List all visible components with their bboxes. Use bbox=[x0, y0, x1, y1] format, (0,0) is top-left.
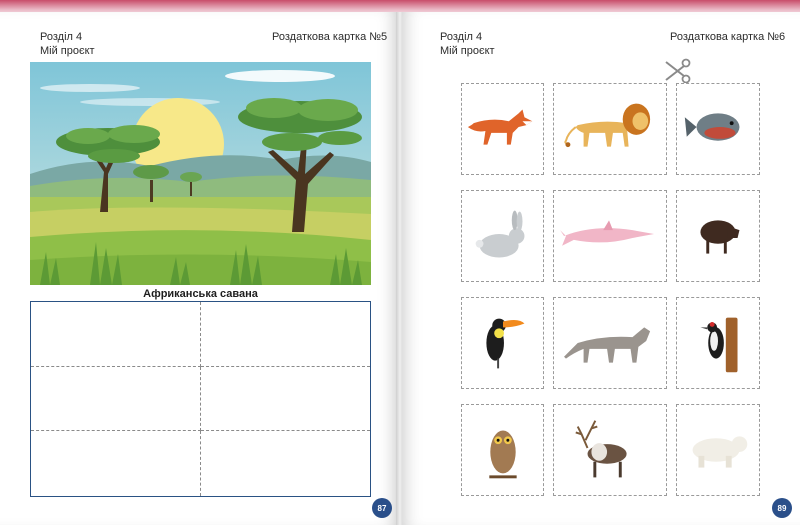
card-cougar[interactable] bbox=[553, 297, 667, 389]
card-fox[interactable] bbox=[461, 83, 544, 175]
placement-table bbox=[30, 301, 371, 497]
card-rabbit[interactable] bbox=[461, 190, 544, 282]
right-project-label: Мій проєкт bbox=[440, 45, 495, 57]
owl-icon bbox=[489, 430, 517, 479]
piranha-icon bbox=[684, 113, 740, 141]
reindeer-icon bbox=[575, 420, 627, 478]
card-wild-boar[interactable] bbox=[676, 190, 760, 282]
table-cell[interactable] bbox=[201, 431, 371, 496]
card-lion[interactable] bbox=[553, 83, 667, 175]
right-section-label: Розділ 4 bbox=[440, 31, 483, 43]
woodpecker-icon bbox=[700, 317, 738, 373]
card-owl[interactable] bbox=[461, 404, 544, 496]
scissors-icon bbox=[662, 58, 692, 84]
left-page-number: 87 bbox=[372, 498, 392, 518]
river-dolphin-icon bbox=[560, 220, 655, 246]
left-section-label: Розділ 4 bbox=[40, 31, 83, 43]
left-project-label: Мій проєкт bbox=[40, 45, 95, 57]
card-woodpecker[interactable] bbox=[676, 297, 760, 389]
wild-boar-icon bbox=[700, 220, 740, 254]
card-piranha[interactable] bbox=[676, 83, 760, 175]
table-cell[interactable] bbox=[31, 366, 201, 432]
right-page-number: 89 bbox=[772, 498, 792, 518]
fox-icon bbox=[466, 109, 533, 145]
lion-icon bbox=[564, 103, 651, 148]
table-title: Африканська савана bbox=[143, 288, 258, 300]
right-card-title: Роздаткова картка №6 bbox=[670, 31, 786, 43]
card-toucan[interactable] bbox=[461, 297, 544, 389]
polar-bear-icon bbox=[692, 436, 748, 468]
card-river-dolphin[interactable] bbox=[553, 190, 667, 282]
table-cell[interactable] bbox=[31, 431, 201, 496]
table-cell[interactable] bbox=[200, 302, 370, 367]
table-cell[interactable] bbox=[31, 302, 201, 367]
card-polar-bear[interactable] bbox=[676, 404, 760, 496]
rabbit-icon bbox=[475, 210, 525, 258]
card-reindeer[interactable] bbox=[553, 404, 667, 496]
table-cell[interactable] bbox=[200, 367, 370, 432]
savanna-illustration bbox=[30, 62, 371, 285]
toucan-icon bbox=[486, 318, 525, 369]
cougar-icon bbox=[564, 327, 651, 363]
left-card-title: Роздаткова картка №5 bbox=[272, 31, 388, 43]
